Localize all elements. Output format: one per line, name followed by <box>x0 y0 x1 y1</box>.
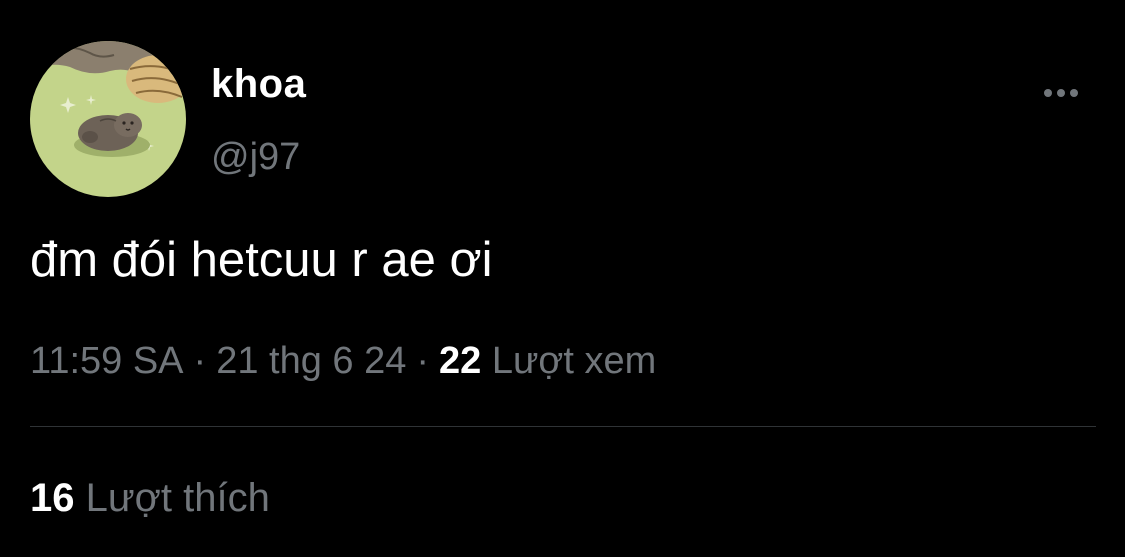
tweet-date[interactable]: 21 thg 6 24 <box>216 340 406 382</box>
tweet-time[interactable]: 11:59 SA <box>30 340 184 382</box>
tweet-detail: khoa @j97 đm đói hetcuu r ae ơi 11:59 SA… <box>0 0 1125 557</box>
likes-label: Lượt thích <box>85 476 270 520</box>
tweet-text: đm đói hetcuu r ae ơi <box>30 233 493 287</box>
more-options-button[interactable] <box>1036 76 1086 110</box>
display-name[interactable]: khoa <box>211 62 306 107</box>
animal-avatar-icon <box>30 41 186 197</box>
meta-separator: · <box>416 340 430 382</box>
tweet-meta: 11:59 SA · 21 thg 6 24 · 22 Lượt xem <box>30 340 656 383</box>
user-handle[interactable]: @j97 <box>211 136 300 179</box>
avatar[interactable] <box>30 41 186 197</box>
more-dots-icon <box>1044 89 1078 97</box>
meta-separator: · <box>193 340 207 382</box>
views-label: Lượt xem <box>491 340 657 382</box>
likes-count: 16 <box>30 476 75 520</box>
likes-stat[interactable]: 16 Lượt thích <box>30 476 270 521</box>
divider <box>30 426 1096 427</box>
views-count: 22 <box>439 340 482 382</box>
